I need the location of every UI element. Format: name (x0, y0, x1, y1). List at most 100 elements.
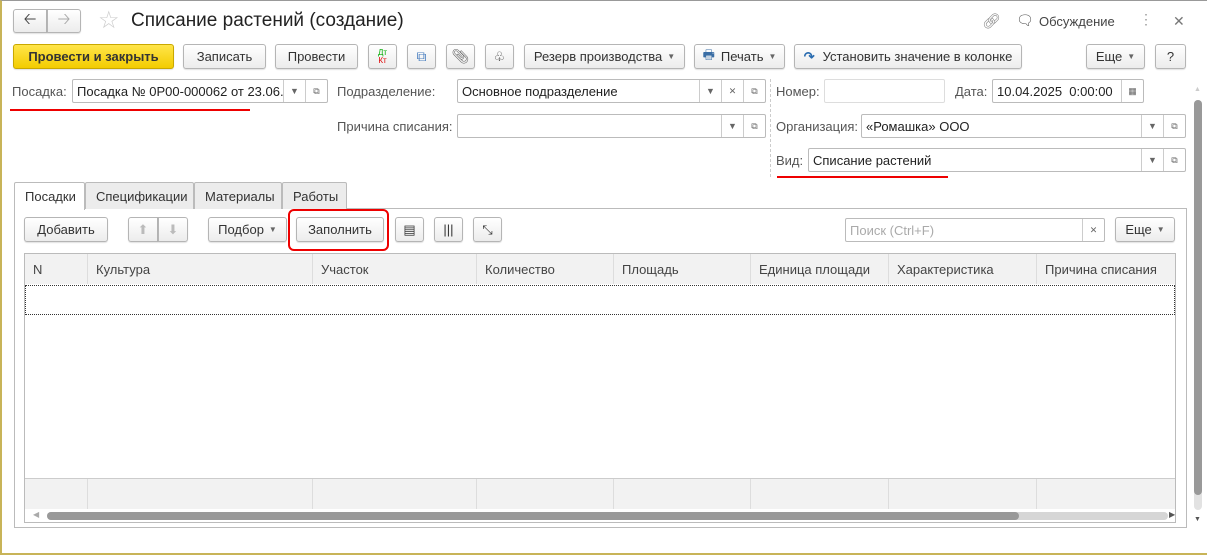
post-button[interactable]: Провести (275, 44, 358, 69)
dt-kt-button[interactable]: Дт Кт (368, 44, 397, 69)
column-divider (770, 79, 771, 177)
pick-label: Подбор (218, 222, 264, 237)
resize-button[interactable]: ⤡ (473, 217, 502, 242)
tab-specifications[interactable]: Спецификации (85, 182, 194, 209)
scroll-left-icon[interactable]: ◀ (33, 510, 39, 519)
abacus-button[interactable]: ▤ (395, 217, 424, 242)
fill-button[interactable]: Заполнить (296, 217, 384, 242)
scroll-up-icon[interactable]: ▲ (1194, 86, 1201, 93)
barcode-button[interactable]: ||| (434, 217, 463, 242)
resize-arrows-icon: ⤡ (482, 221, 493, 237)
forward-button[interactable]: 🡢 (47, 9, 81, 33)
column-header-characteristic[interactable]: Характеристика (889, 254, 1037, 284)
column-header-area-unit[interactable]: Единица площади (751, 254, 889, 284)
print-label: Печать (720, 49, 764, 64)
curved-arrow-icon: ↷ (803, 48, 815, 64)
footer-cell (313, 479, 477, 509)
number-field[interactable] (824, 79, 945, 103)
close-icon[interactable]: ✕ (1173, 13, 1185, 30)
search-placeholder: Поиск (Ctrl+F) (850, 222, 935, 238)
kind-field[interactable]: Списание растений ▼ ⧉ (808, 148, 1186, 172)
reason-label: Причина списания: (337, 119, 453, 134)
link-icon[interactable]: 🔗︎ (982, 12, 1001, 30)
footer-cell (1037, 479, 1175, 509)
vertical-scrollbar[interactable] (1194, 100, 1202, 510)
page-title: Списание растений (создание) (131, 10, 404, 31)
open-icon[interactable]: ⧉ (743, 115, 765, 137)
menu-dots-icon[interactable]: ⋮ (1139, 11, 1153, 28)
discussion-icon[interactable]: 🗨︎ (1016, 12, 1034, 29)
column-header-quantity[interactable]: Количество (477, 254, 614, 284)
kt-icon: Кт (378, 55, 387, 65)
print-button[interactable]: 🖶︎ Печать ▼ (694, 44, 785, 69)
dropdown-arrow-icon: ▼ (268, 225, 277, 234)
column-header-area[interactable]: Площадь (614, 254, 751, 284)
open-icon[interactable]: ⧉ (743, 80, 765, 102)
open-icon[interactable]: ⧉ (1163, 149, 1185, 171)
favorite-star-icon[interactable]: ☆ (98, 6, 120, 35)
clear-icon[interactable]: ✕ (1082, 219, 1104, 241)
column-header-reason[interactable]: Причина списания (1037, 254, 1175, 284)
scroll-right-icon[interactable]: ▶ (1169, 510, 1175, 519)
calendar-icon[interactable]: ▦ (1121, 80, 1143, 102)
save-button[interactable]: Записать (183, 44, 266, 69)
clear-icon[interactable]: ✕ (721, 80, 743, 102)
post-and-close-button[interactable]: Провести и закрыть (13, 44, 174, 69)
move-up-button[interactable]: ⬆ (128, 217, 158, 242)
move-down-button[interactable]: ⬇ (158, 217, 188, 242)
help-button[interactable]: ? (1155, 44, 1186, 69)
footer-cell (889, 479, 1037, 509)
arrow-up-icon: ⬆ (137, 221, 149, 237)
scroll-down-icon[interactable]: ▼ (1194, 516, 1201, 523)
attach-button[interactable]: 📎︎ (446, 44, 475, 69)
dropdown-arrow-icon[interactable]: ▼ (721, 115, 743, 137)
reason-field[interactable]: ▼ ⧉ (457, 114, 766, 138)
footer-cell (25, 479, 88, 509)
footer-cell (477, 479, 614, 509)
set-column-value-button[interactable]: ↷ Установить значение в колонке (794, 44, 1022, 69)
org-value: «Ромашка» ООО (866, 118, 970, 134)
tree-icon: ♧ (493, 48, 506, 64)
division-value: Основное подразделение (462, 83, 618, 99)
table-row[interactable] (25, 285, 1175, 315)
tab-works[interactable]: Работы (282, 182, 347, 209)
tab-plantings[interactable]: Посадки (14, 182, 85, 210)
tab-materials[interactable]: Материалы (194, 182, 282, 209)
arrow-down-icon: ⬇ (167, 221, 179, 237)
division-field[interactable]: Основное подразделение ▼ ✕ ⧉ (457, 79, 766, 103)
more-button[interactable]: Еще ▼ (1086, 44, 1145, 69)
more-label: Еще (1095, 49, 1123, 64)
dropdown-arrow-icon[interactable]: ▼ (699, 80, 721, 102)
kind-value: Списание растений (813, 152, 932, 168)
division-label: Подразделение: (337, 84, 436, 99)
discussion-link[interactable]: Обсуждение (1039, 14, 1115, 29)
column-header-n[interactable]: N (25, 254, 88, 284)
column-header-plot[interactable]: Участок (313, 254, 477, 284)
reserve-button[interactable]: Резерв производства ▼ (524, 44, 685, 69)
footer-cell (88, 479, 313, 509)
dropdown-arrow-icon[interactable]: ▼ (1141, 115, 1163, 137)
org-field[interactable]: «Ромашка» ООО ▼ ⧉ (861, 114, 1186, 138)
planting-field[interactable]: Посадка № 0Р00-000062 от 23.06. ▼ ⧉ (72, 79, 328, 103)
open-icon[interactable]: ⧉ (1163, 115, 1185, 137)
open-icon[interactable]: ⧉ (305, 80, 327, 102)
vertical-scrollbar-thumb[interactable] (1194, 100, 1202, 495)
search-input[interactable]: Поиск (Ctrl+F) ✕ (845, 218, 1105, 242)
dropdown-arrow-icon[interactable]: ▼ (1141, 149, 1163, 171)
back-button[interactable]: 🡠 (13, 9, 47, 33)
date-field[interactable]: 10.04.2025 0:00:00 ▦ (992, 79, 1144, 103)
reserve-label: Резерв производства (533, 49, 663, 64)
structure-icon: ⧉ (416, 48, 427, 64)
highlight-underline (777, 176, 948, 178)
column-header-culture[interactable]: Культура (88, 254, 313, 284)
horizontal-scrollbar[interactable] (47, 512, 1168, 520)
dropdown-arrow-icon[interactable]: ▼ (283, 80, 305, 102)
structure-button[interactable]: ⧉ (407, 44, 436, 69)
add-button[interactable]: Добавить (24, 217, 108, 242)
date-label: Дата: (955, 84, 988, 99)
horizontal-scrollbar-thumb[interactable] (47, 512, 1019, 520)
table-more-button[interactable]: Еще ▼ (1115, 217, 1175, 242)
number-label: Номер: (776, 84, 820, 99)
plants-button[interactable]: ♧ (485, 44, 514, 69)
pick-button[interactable]: Подбор ▼ (208, 217, 287, 242)
